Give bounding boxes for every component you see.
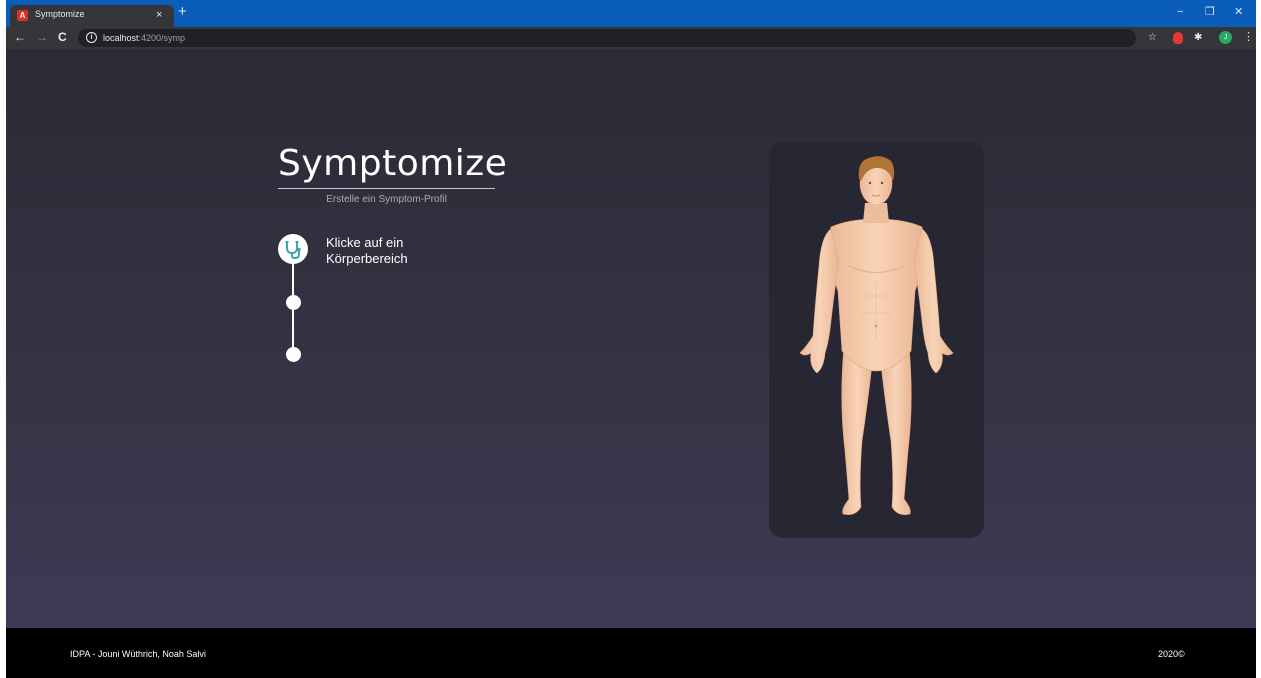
- browser-toolbar: ← → C i localhost:4200/symp ☆ ✱ J ⋮: [6, 27, 1256, 49]
- bookmark-star-icon[interactable]: ☆: [1148, 31, 1157, 45]
- title-underline: [278, 188, 495, 189]
- extension-shield-icon[interactable]: [1173, 32, 1183, 44]
- page-content: Symptomize Erstelle ein Symptom-Profil K…: [6, 49, 1256, 628]
- footer-credits: IDPA - Jouni Wüthrich, Noah Salvi: [70, 649, 206, 659]
- tab-title: Symptomize: [35, 9, 85, 19]
- address-bar[interactable]: i localhost:4200/symp: [78, 29, 1136, 47]
- step-1-indicator[interactable]: [278, 234, 308, 264]
- step-1-label: Klicke auf ein Körperbereich: [326, 235, 408, 266]
- stethoscope-icon: [285, 241, 301, 260]
- page-footer: IDPA - Jouni Wüthrich, Noah Salvi 2020©: [6, 628, 1256, 678]
- body-map-panel: [769, 141, 984, 538]
- step-3-indicator[interactable]: [286, 347, 301, 362]
- neck: [863, 203, 889, 223]
- info-icon[interactable]: i: [86, 32, 97, 43]
- new-tab-icon[interactable]: +: [178, 4, 187, 20]
- human-body-figure[interactable]: [769, 141, 984, 538]
- browser-menu-icon[interactable]: ⋮: [1243, 30, 1254, 45]
- left-leg: [841, 345, 874, 515]
- browser-tab[interactable]: A Symptomize ×: [10, 5, 174, 27]
- minimize-icon[interactable]: −: [1177, 5, 1183, 19]
- restore-icon[interactable]: ❐: [1205, 5, 1215, 19]
- url-text: localhost:4200/symp: [103, 32, 185, 44]
- browser-window: A Symptomize × + − ❐ ✕ ← → C i localhost…: [6, 0, 1256, 678]
- page-subtitle: Erstelle ein Symptom-Profil: [326, 194, 447, 205]
- profile-avatar[interactable]: J: [1219, 31, 1232, 44]
- url-host: localhost: [103, 33, 139, 43]
- back-icon[interactable]: ←: [14, 30, 26, 45]
- page-title: Symptomize: [278, 143, 508, 184]
- right-arm: [913, 228, 954, 374]
- tab-close-icon[interactable]: ×: [156, 8, 162, 22]
- extensions-puzzle-icon[interactable]: ✱: [1194, 31, 1202, 45]
- reload-icon[interactable]: C: [58, 30, 67, 45]
- url-path: :4200/symp: [138, 33, 186, 43]
- close-window-icon[interactable]: ✕: [1234, 5, 1243, 19]
- step-2-indicator[interactable]: [286, 295, 301, 310]
- right-leg: [879, 345, 912, 515]
- angular-favicon-icon: A: [17, 10, 28, 21]
- footer-copyright: 2020©: [1158, 649, 1185, 659]
- torso: [829, 218, 924, 372]
- tab-bar: A Symptomize × + − ❐ ✕: [6, 0, 1256, 27]
- forward-icon[interactable]: →: [36, 30, 48, 45]
- left-arm: [799, 228, 840, 374]
